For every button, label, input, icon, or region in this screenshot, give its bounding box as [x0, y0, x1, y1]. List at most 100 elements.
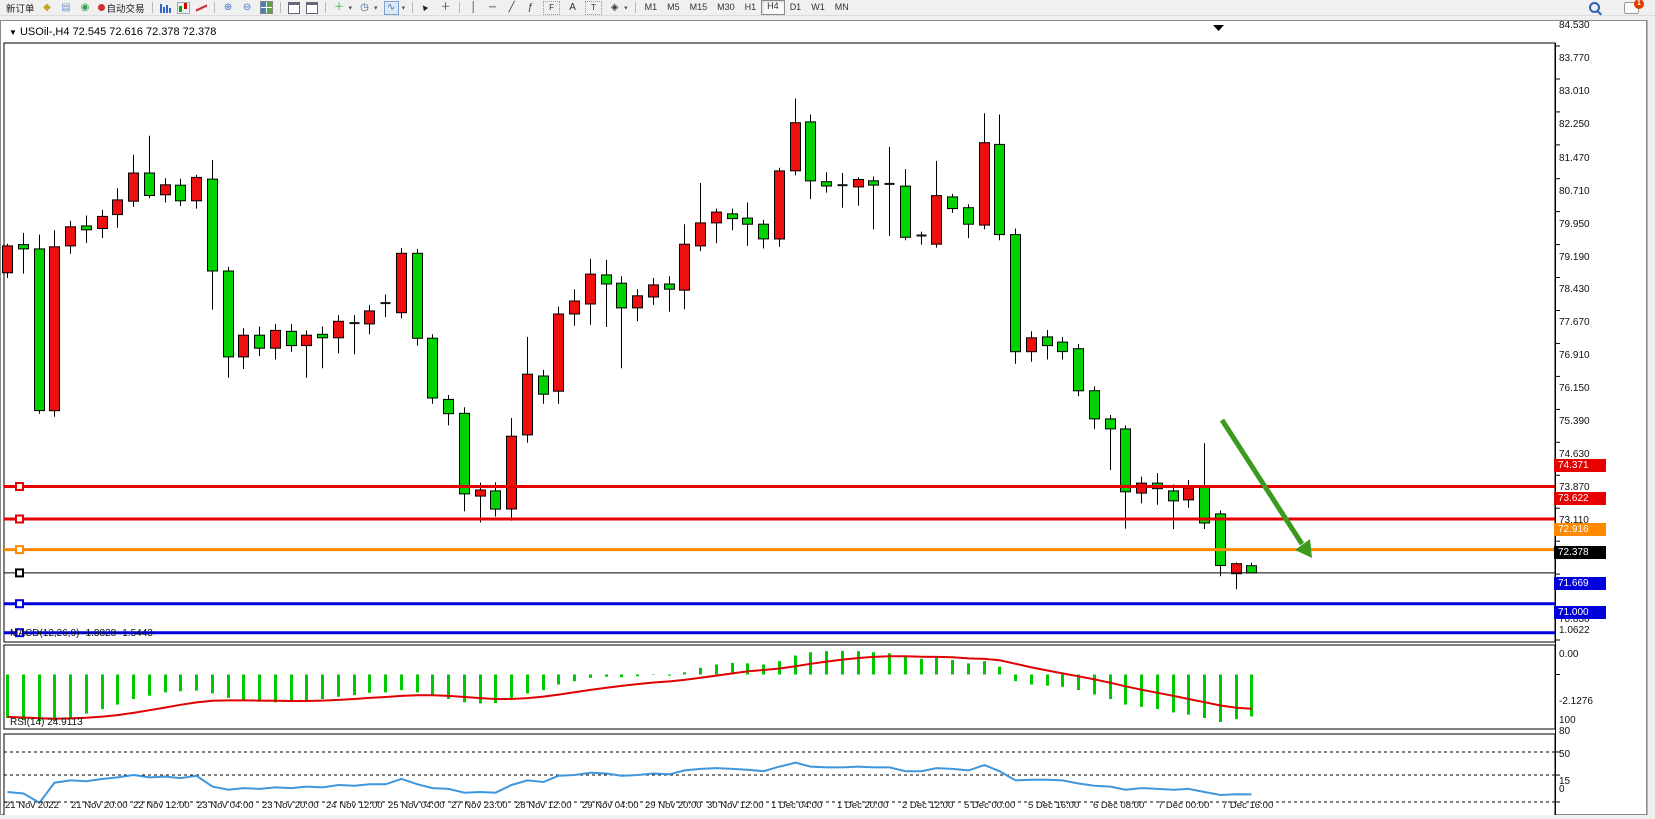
indicators-icon[interactable]: ∿▾ [381, 1, 409, 14]
toolbar-separator [214, 2, 215, 13]
print-preview-icon[interactable]: ▤ [57, 1, 76, 14]
fibonacci-icon: ƒ [524, 2, 537, 14]
bucket-icon[interactable]: ◆ [38, 1, 57, 14]
candlestick-chart-icon [177, 2, 190, 14]
rsi-axis-label: 100 [1559, 715, 1576, 726]
time-axis-label: 1 Dec 04:00 [771, 800, 822, 811]
line-handle[interactable] [16, 600, 23, 607]
price-tag-72.378: 72.378 [1554, 546, 1606, 559]
price-tick-label: 81.470 [1559, 153, 1590, 164]
period-clock-icon[interactable]: ◷▾ [355, 1, 381, 14]
price-tick-label: 82.250 [1559, 119, 1590, 130]
horizontal-line-icon[interactable]: ─ [483, 1, 502, 14]
new-order-button[interactable]: 新订单 [3, 1, 38, 14]
line-handle[interactable] [16, 483, 23, 490]
macd-axis-label: -2.1276 [1559, 696, 1593, 707]
zoom-in-icon: ⊕ [222, 2, 235, 14]
time-axis-label: 21 Nov 20:00 [71, 800, 128, 811]
price-tick-label: 84.530 [1559, 20, 1590, 31]
search-icon[interactable] [1586, 1, 1603, 14]
vertical-line-icon[interactable]: │ [464, 1, 483, 14]
equidistant-channel-icon[interactable]: F [540, 1, 563, 14]
fibonacci-icon[interactable]: ƒ [521, 1, 540, 14]
period-clock-icon: ◷ [358, 2, 371, 14]
text-box-icon: T [585, 1, 602, 15]
time-axis-label: 27 Nov 23:00 [451, 800, 508, 811]
cursor-icon[interactable]: ▲ [417, 1, 436, 14]
chart-shift-icon[interactable] [303, 1, 321, 14]
text-label-icon[interactable]: A [563, 1, 582, 14]
zoom-out-icon[interactable]: ⊖ [238, 1, 257, 14]
time-axis-label: 30 Nov 12:00 [707, 800, 764, 811]
timeframe-button-d1[interactable]: D1 [785, 1, 807, 14]
chart-window[interactable]: ▼ USOil-,H4 72.545 72.616 72.378 72.378 … [0, 20, 1647, 815]
price-tick-label: 75.390 [1559, 416, 1590, 427]
shapes-icon[interactable]: ◈▾ [605, 1, 631, 14]
arrange-charts-icon[interactable] [285, 1, 303, 14]
signal-icon[interactable]: ◉ [76, 1, 95, 14]
text-box-icon[interactable]: T [582, 1, 605, 14]
bar-chart-icon[interactable] [157, 1, 174, 14]
line-handle[interactable] [16, 516, 23, 523]
time-axis-label: 28 Nov 12:00 [515, 800, 572, 811]
time-axis-label: 1 Dec 20:00 [837, 800, 888, 811]
timeframe-button-mn[interactable]: MN [830, 1, 854, 14]
time-axis-label: 7 Dec 00:00 [1158, 800, 1209, 811]
timeframe-button-m30[interactable]: M30 [712, 1, 740, 14]
new-chart-icon: ＋ [333, 2, 346, 14]
timeframe-button-m15[interactable]: M15 [685, 1, 713, 14]
rsi-axis-label: 80 [1559, 726, 1570, 737]
chart-shift-marker[interactable] [1213, 25, 1224, 31]
vertical-line-icon: │ [467, 2, 480, 14]
notification-badge: 1 [1634, 0, 1644, 9]
line-handle[interactable] [16, 546, 23, 553]
arrange-charts-icon [288, 2, 300, 14]
price-tick-label: 79.950 [1559, 219, 1590, 230]
text-label-icon: A [566, 2, 579, 14]
timeframe-button-m5[interactable]: M5 [662, 1, 685, 14]
tile-windows-icon[interactable] [257, 1, 276, 14]
timeframe-button-h4[interactable]: H4 [761, 0, 785, 15]
time-axis-label: 29 Nov 04:00 [582, 800, 639, 811]
trendline-icon[interactable]: ╱ [502, 1, 521, 14]
price-tick-label: 76.150 [1559, 383, 1590, 394]
autotrade-status-icon [98, 4, 105, 11]
time-axis-label: 24 Nov 12:00 [326, 800, 383, 811]
timeframe-button-w1[interactable]: W1 [806, 1, 830, 14]
collapse-triangle-icon[interactable]: ▼ [9, 28, 17, 37]
line-chart-icon[interactable] [193, 1, 210, 14]
zoom-in-icon[interactable]: ⊕ [219, 1, 238, 14]
chart-title: ▼ USOil-,H4 72.545 72.616 72.378 72.378 [9, 26, 216, 38]
chat-icon[interactable]: 1 [1621, 1, 1642, 14]
toolbar-separator [459, 2, 460, 13]
chat-bubble-icon: 1 [1624, 2, 1639, 14]
equidistant-channel-icon: F [543, 1, 560, 15]
crosshair-icon[interactable]: ＋ [436, 1, 455, 14]
price-tick-label: 78.430 [1559, 284, 1590, 295]
time-axis-label: 2 Dec 12:00 [902, 800, 953, 811]
toolbar-separator [412, 2, 413, 13]
line-chart-icon [196, 3, 207, 13]
candlestick-chart-icon[interactable] [174, 1, 193, 14]
dropdown-caret-icon: ▾ [374, 4, 378, 12]
line-handle[interactable] [16, 569, 23, 576]
chart-ohlc-values: 72.545 72.616 72.378 72.378 [73, 26, 217, 38]
chart-canvas[interactable] [1, 21, 1648, 816]
crosshair-icon: ＋ [439, 2, 452, 14]
autotrade-button[interactable]: 自动交易 [95, 1, 148, 14]
dropdown-caret-icon: ▾ [402, 4, 406, 12]
vertical-scrollbar[interactable] [1647, 20, 1655, 815]
price-tag-73.622: 73.622 [1554, 492, 1606, 505]
timeframe-button-h1[interactable]: H1 [740, 1, 762, 14]
timeframe-button-m1[interactable]: M1 [640, 1, 663, 14]
chart-symbol-period: USOil-,H4 [20, 26, 70, 38]
rsi-indicator-label: RSI(14) 24.9113 [10, 717, 83, 728]
cursor-icon: ▲ [419, 0, 435, 15]
toolbar-separator [325, 2, 326, 13]
price-tag-72.916: 72.916 [1554, 523, 1606, 536]
main-toolbar: 新订单◆▤◉自动交易⊕⊖＋▾◷▾∿▾▲＋│─╱ƒFAT◈▾M1M5M15M30H… [0, 0, 1655, 16]
new-chart-icon[interactable]: ＋▾ [330, 1, 356, 14]
price-tag-74.371: 74.371 [1554, 459, 1606, 472]
price-tick-label: 83.010 [1559, 86, 1590, 97]
price-tag-71.669: 71.669 [1554, 577, 1606, 590]
